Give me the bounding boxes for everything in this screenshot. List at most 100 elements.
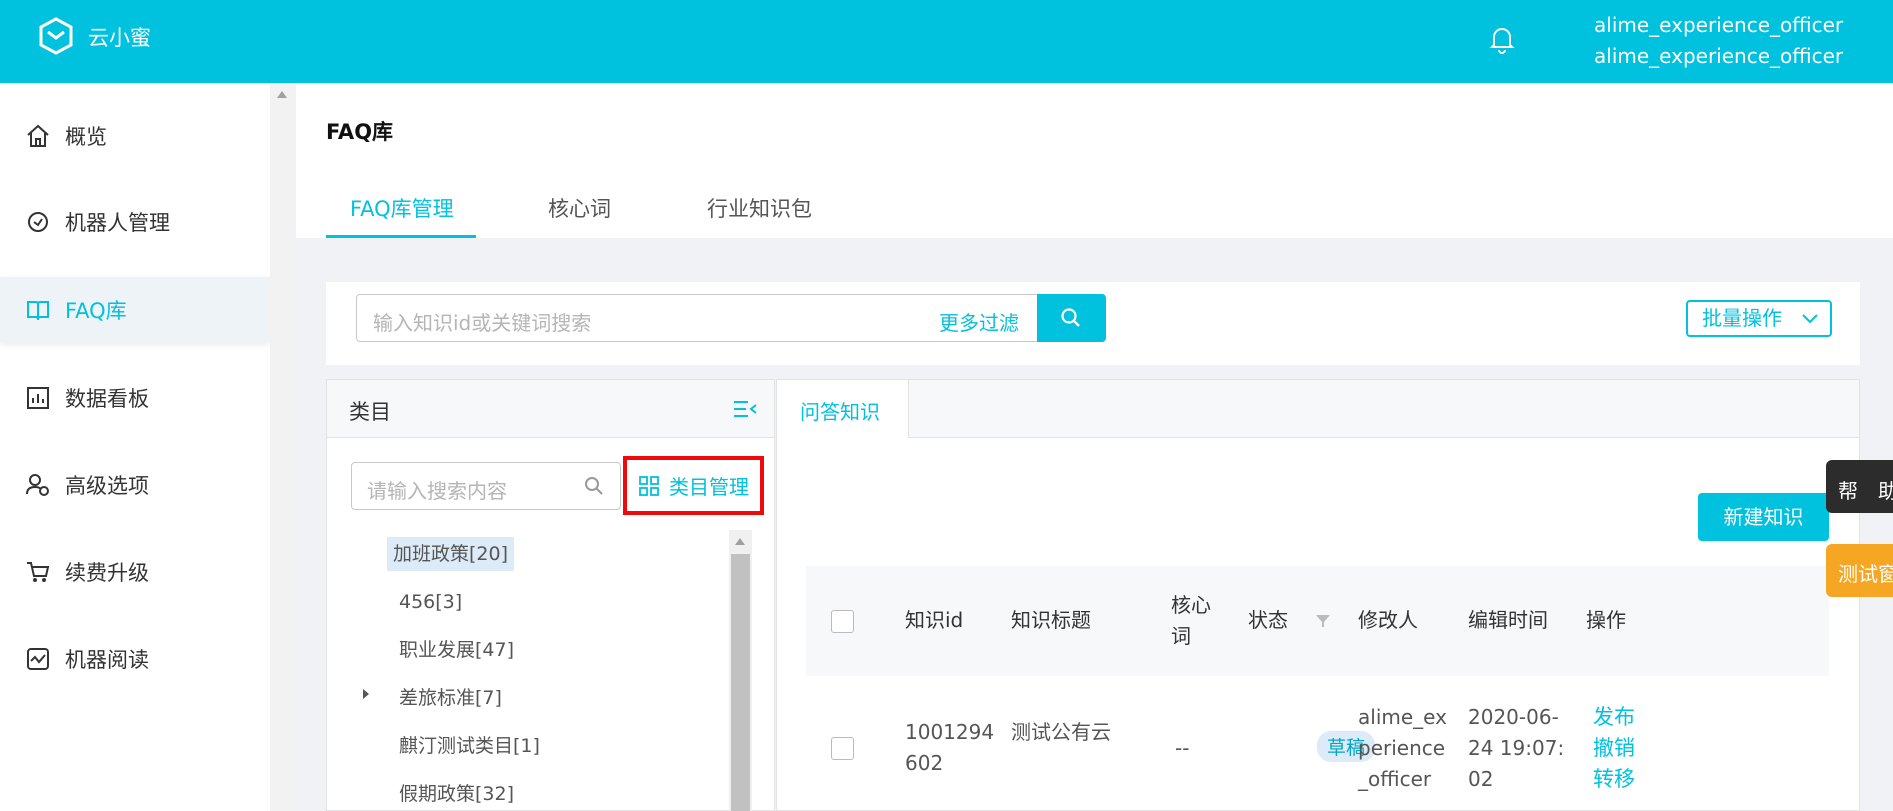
select-all-checkbox[interactable] — [831, 610, 854, 633]
cart-icon — [27, 562, 50, 582]
sidebar-item-label: 概览 — [65, 125, 107, 149]
knowledge-tabs: 问答知识 — [777, 380, 1859, 438]
tree-item[interactable]: 假期政策[32] — [393, 777, 520, 811]
row-modifier: alime_ex perience _officer — [1358, 702, 1447, 795]
sidebar-scrollbar[interactable] — [270, 83, 293, 811]
row-modifier-line2: perience — [1358, 736, 1446, 760]
book-icon — [27, 301, 49, 321]
row-core-words: -- — [1175, 736, 1190, 760]
tree-item[interactable]: 差旅标准[7] — [393, 681, 508, 715]
column-header-id: 知识id — [905, 608, 964, 632]
caret-right-icon[interactable] — [363, 689, 369, 699]
knowledge-search-input[interactable]: 输入知识id或关键词搜索 更多过滤 — [356, 294, 1038, 342]
category-panel: 类目 请输入搜索内容 类目管理 加班政策[20] 456[3] 职业发展[47]… — [326, 379, 775, 811]
collapse-panel-icon[interactable] — [733, 399, 757, 419]
publish-link[interactable]: 发布 — [1593, 702, 1635, 733]
chevron-down-icon — [1802, 314, 1818, 324]
column-header-modifier: 修改人 — [1358, 608, 1418, 632]
sidebar-item-label: 机器阅读 — [65, 648, 149, 672]
column-header-core-words: 核心 词 — [1171, 590, 1211, 652]
sidebar-item-label: 数据看板 — [65, 387, 149, 411]
logo-icon[interactable] — [36, 16, 76, 56]
tab-industry-packs[interactable]: 行业知识包 — [707, 193, 812, 223]
scroll-up-icon[interactable] — [277, 91, 287, 98]
search-placeholder: 输入知识id或关键词搜索 — [373, 311, 592, 335]
bell-icon[interactable] — [1488, 24, 1516, 54]
test-window-widget[interactable]: 测试窗 — [1826, 544, 1893, 597]
row-time-line2: 24 19:07: — [1468, 736, 1565, 760]
top-header: 云小蜜 alime_experience_officer alime_exper… — [0, 0, 1893, 83]
row-modifier-line3: _officer — [1358, 767, 1432, 791]
sidebar-item-label: 机器人管理 — [65, 211, 170, 235]
sidebar-item-advanced[interactable]: 高级选项 — [0, 452, 270, 518]
batch-operations-dropdown[interactable]: 批量操作 — [1686, 300, 1832, 337]
tab-qa-knowledge[interactable]: 问答知识 — [777, 380, 909, 438]
row-knowledge-title[interactable]: 测试公有云 — [1011, 717, 1111, 748]
category-header: 类目 — [327, 380, 774, 438]
category-search-input[interactable]: 请输入搜索内容 — [351, 462, 621, 510]
dashboard-icon — [27, 387, 49, 409]
scroll-up-icon[interactable] — [735, 538, 745, 545]
row-time-line1: 2020-06- — [1468, 705, 1559, 729]
category-title: 类目 — [349, 400, 391, 424]
sidebar-item-label: 续费升级 — [65, 561, 149, 585]
brand-name[interactable]: 云小蜜 — [88, 22, 151, 52]
row-time-line3: 02 — [1468, 767, 1494, 791]
batch-operations-label: 批量操作 — [1702, 306, 1782, 330]
page-header: FAQ库 FAQ库管理 核心词 行业知识包 — [296, 83, 1893, 238]
new-knowledge-button[interactable]: 新建知识 — [1698, 493, 1829, 541]
sidebar-item-overview[interactable]: 概览 — [0, 103, 270, 169]
row-modifier-line1: alime_ex — [1358, 705, 1447, 729]
tab-faq-management[interactable]: FAQ库管理 — [350, 193, 454, 223]
help-widget[interactable]: 帮助 — [1826, 460, 1893, 513]
category-search-placeholder: 请输入搜索内容 — [367, 479, 507, 503]
home-icon — [27, 124, 49, 147]
category-management-label: 类目管理 — [669, 475, 749, 499]
tree-item[interactable]: 加班政策[20] — [387, 537, 515, 571]
user-account[interactable]: alime_experience_officer alime_experienc… — [1594, 10, 1843, 72]
search-icon — [585, 477, 603, 495]
sidebar-item-faq[interactable]: FAQ库 — [0, 277, 270, 343]
row-checkbox[interactable] — [831, 737, 854, 760]
sidebar-item-renew[interactable]: 续费升级 — [0, 539, 270, 605]
user-name: alime_experience_officer — [1594, 13, 1844, 37]
search-icon — [1061, 308, 1080, 327]
grid-icon — [639, 475, 659, 496]
row-id-line1: 1001294 — [905, 720, 995, 744]
column-header-status: 状态 — [1248, 608, 1288, 632]
revoke-link[interactable]: 撤销 — [1593, 733, 1635, 764]
reading-icon — [27, 648, 49, 670]
row-edit-time: 2020-06- 24 19:07: 02 — [1468, 702, 1564, 795]
column-header-actions: 操作 — [1586, 608, 1626, 632]
category-tree-scrollbar[interactable] — [729, 530, 752, 811]
sidebar-item-label: FAQ库 — [65, 299, 127, 323]
search-button[interactable] — [1037, 294, 1106, 342]
column-header-core-line1: 核心 — [1171, 593, 1211, 617]
robot-icon — [28, 212, 48, 232]
transfer-link[interactable]: 转移 — [1593, 764, 1635, 795]
tree-item[interactable]: 456[3] — [393, 585, 468, 619]
table-header: 知识id 知识标题 核心 词 状态 修改人 编辑时间 操作 — [806, 566, 1829, 676]
scrollbar-thumb[interactable] — [731, 554, 750, 811]
active-tab-indicator — [326, 235, 476, 238]
tab-core-words[interactable]: 核心词 — [548, 193, 611, 223]
more-filters-link[interactable]: 更多过滤 — [939, 307, 1019, 336]
column-header-edit-time: 编辑时间 — [1468, 608, 1548, 632]
tree-item[interactable]: 职业发展[47] — [393, 633, 520, 667]
category-management-button[interactable]: 类目管理 — [623, 456, 764, 515]
sidebar-item-dashboard[interactable]: 数据看板 — [0, 365, 270, 431]
page-title: FAQ库 — [326, 120, 394, 144]
column-header-core-line2: 词 — [1171, 624, 1191, 648]
tree-item[interactable]: 麒汀测试类目[1] — [393, 729, 546, 763]
filter-icon[interactable] — [1315, 614, 1331, 628]
sidebar: 概览 机器人管理 FAQ库 数据看板 高级选项 续费升级 机器阅读 — [0, 83, 270, 811]
search-card: 输入知识id或关键词搜索 更多过滤 批量操作 — [326, 282, 1860, 365]
column-header-title: 知识标题 — [1011, 608, 1091, 632]
sidebar-item-robot-management[interactable]: 机器人管理 — [0, 189, 270, 255]
row-knowledge-id: 1001294 602 — [905, 717, 994, 779]
users-settings-icon — [26, 474, 49, 496]
sidebar-item-label: 高级选项 — [65, 474, 149, 498]
user-account-name: alime_experience_officer — [1594, 44, 1844, 68]
sidebar-item-machine-reading[interactable]: 机器阅读 — [0, 626, 270, 692]
row-id-line2: 602 — [905, 751, 944, 775]
